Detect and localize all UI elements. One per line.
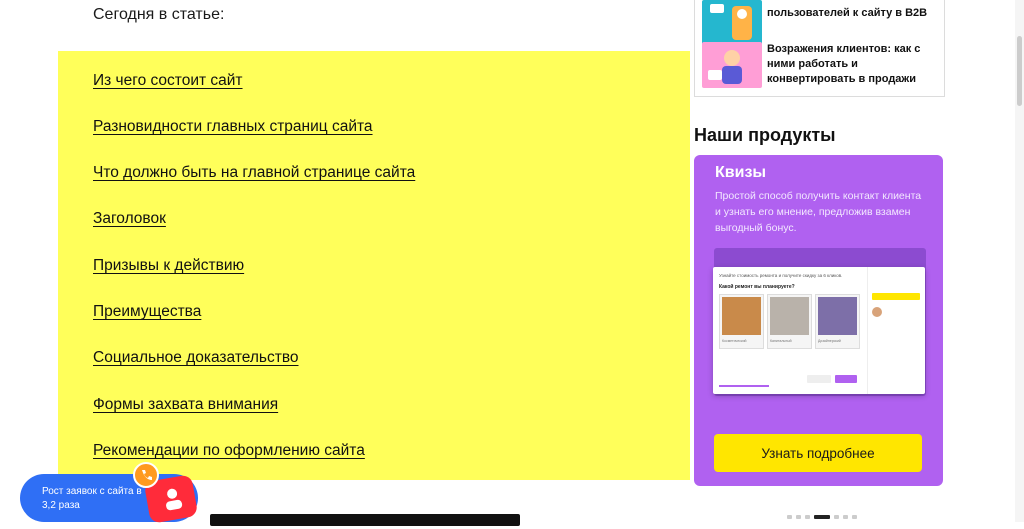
toc-link[interactable]: Что должно быть на главной странице сайт… bbox=[93, 164, 415, 182]
carousel-dot[interactable] bbox=[834, 515, 839, 519]
option-image bbox=[818, 297, 857, 335]
option-label: Капитальный bbox=[770, 339, 792, 343]
toc-link[interactable]: Социальное доказательство bbox=[93, 349, 299, 367]
carousel-dots[interactable] bbox=[787, 515, 857, 519]
toc-link[interactable]: Рекомендации по оформлению сайта bbox=[93, 442, 365, 460]
scrollbar[interactable] bbox=[1015, 0, 1024, 522]
toc-link[interactable]: Призывы к действию bbox=[93, 257, 244, 275]
article-thumbnail bbox=[702, 42, 762, 88]
phone-icon[interactable] bbox=[133, 462, 159, 488]
carousel-dot[interactable] bbox=[843, 515, 848, 519]
quiz-option: Косметический bbox=[719, 294, 764, 349]
toc-link[interactable]: Преимущества bbox=[93, 303, 201, 321]
option-image bbox=[722, 297, 761, 335]
related-articles: пользователей к сайту в B2B Возражения к… bbox=[694, 0, 945, 97]
option-label: Дизайнерский bbox=[818, 339, 841, 343]
article-title: пользователей к сайту в B2B bbox=[767, 7, 928, 19]
quiz-preview-subtitle: Узнайте стоимость ремонта и получите ски… bbox=[719, 273, 843, 278]
table-of-contents: Из чего состоит сайт Разновидности главн… bbox=[58, 51, 690, 480]
carousel-dot[interactable] bbox=[805, 515, 810, 519]
toc-link[interactable]: Заголовок bbox=[93, 210, 166, 228]
article-item[interactable]: Возражения клиентов: как с ними работать… bbox=[702, 42, 942, 92]
carousel-dot[interactable] bbox=[852, 515, 857, 519]
scrollbar-thumb[interactable] bbox=[1017, 36, 1022, 106]
toc-link[interactable]: Разновидности главных страниц сайта bbox=[93, 118, 373, 136]
card-description: Простой способ получить контакт клиента … bbox=[715, 190, 922, 234]
toc-link[interactable]: Формы захвата внимания bbox=[93, 396, 278, 414]
carousel-dot[interactable] bbox=[787, 515, 792, 519]
toc-intro: Сегодня в статье: bbox=[93, 6, 225, 23]
article-title: Возражения клиентов: как с ними работать… bbox=[767, 43, 921, 85]
quiz-preview-window: Узнайте стоимость ремонта и получите ски… bbox=[713, 267, 925, 394]
next-section-heading-clipped bbox=[210, 514, 520, 526]
quiz-preview-sidebar bbox=[867, 267, 926, 394]
promo-text: Рост заявок с сайта в 3,2 раза bbox=[42, 486, 142, 511]
card-title: Квизы bbox=[715, 164, 767, 181]
toc-link[interactable]: Из чего состоит сайт bbox=[93, 72, 243, 90]
option-image bbox=[770, 297, 809, 335]
products-heading: Наши продукты bbox=[694, 125, 836, 145]
quiz-option: Капитальный bbox=[767, 294, 812, 349]
learn-more-button[interactable]: Узнать подробнее bbox=[714, 434, 922, 472]
quiz-product-card[interactable]: Квизы Простой способ получить контакт кл… bbox=[694, 155, 943, 486]
article-thumbnail bbox=[702, 0, 762, 46]
carousel-dot[interactable] bbox=[796, 515, 801, 519]
carousel-dot-active[interactable] bbox=[814, 515, 830, 519]
quiz-option: Дизайнерский bbox=[815, 294, 860, 349]
quiz-preview-question: Какой ремонт вы планируете? bbox=[719, 284, 795, 290]
option-label: Косметический bbox=[722, 339, 747, 343]
